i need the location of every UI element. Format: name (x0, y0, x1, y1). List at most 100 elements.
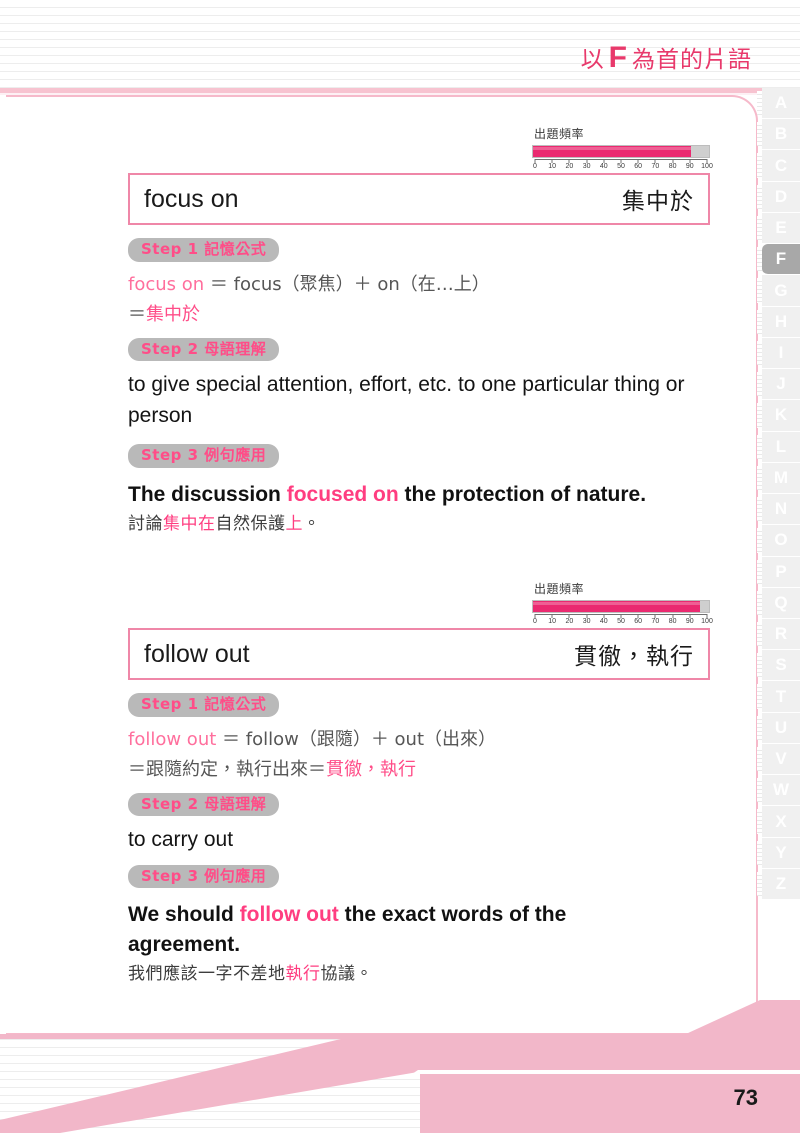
frequency-tick-label: 40 (599, 618, 608, 625)
frequency-track (532, 600, 710, 613)
example-zh-highlight-1: 集中在 (163, 513, 216, 534)
step2-section: Step 2 母語理解 to carry out (128, 792, 710, 856)
step1-badge: Step 1 記憶公式 (128, 693, 280, 717)
index-letter-o[interactable]: O (757, 525, 800, 557)
index-letter-k[interactable]: K (757, 400, 800, 432)
example-pre: We should (128, 903, 240, 927)
index-letter-m[interactable]: M (757, 462, 800, 495)
index-letter-c[interactable]: C (757, 150, 800, 182)
formula-phrase: follow out (128, 728, 217, 750)
step1-section: Step 1 記憶公式 focus on ＝ focus（聚焦）＋ on（在…上… (128, 238, 710, 329)
example-pre: The discussion (128, 482, 287, 506)
example-zh-2: 協議 (320, 964, 356, 985)
index-letter-u[interactable]: U (757, 712, 800, 744)
index-letter-h[interactable]: H (757, 306, 800, 338)
example-zh-1: 我們應該一字不差地 (128, 964, 286, 985)
memory-formula-line2: ＝集中於 (128, 301, 710, 329)
headword-box: follow out 貫徹，執行 (128, 628, 710, 680)
frequency-track (532, 145, 710, 158)
index-letter-b[interactable]: B (757, 119, 800, 151)
frequency-tick-label: 10 (548, 618, 557, 625)
frequency-tick-label: 60 (634, 163, 643, 170)
running-head-letter: F (608, 41, 628, 74)
frequency-tick-label: 70 (651, 618, 660, 625)
step2-section: Step 2 母語理解 to give special attention, e… (128, 337, 710, 432)
example-post: the protection of nature. (398, 482, 647, 506)
index-letter-t[interactable]: T (757, 681, 800, 713)
frequency-tick-label: 20 (565, 618, 574, 625)
step3-section: Step 3 例句應用 We should follow out the exa… (128, 864, 710, 988)
frequency-label: 出題頻率 (534, 127, 585, 141)
example-zh-highlight-2: 上 (285, 513, 303, 534)
frequency-tick-label: 30 (582, 163, 591, 170)
headword-english: focus on (144, 184, 239, 213)
running-head-suffix: 為首的片語 (632, 47, 752, 73)
alphabet-index-strip[interactable]: ABCDEFGHIJKLMNOPQRSTUVWXYZ (757, 88, 800, 901)
running-head-prefix: 以 (580, 47, 605, 73)
frequency-tick-label: 100 (701, 163, 713, 170)
example-zh-3: 。 (355, 964, 373, 985)
index-letter-r[interactable]: R (757, 618, 800, 651)
index-letter-v[interactable]: V (757, 743, 800, 776)
formula-meaning: 貫徹，執行 (326, 758, 416, 780)
headword-chinese: 貫徹，執行 (574, 644, 694, 670)
index-letter-y[interactable]: Y (757, 837, 800, 869)
frequency-fill (533, 146, 692, 157)
index-letter-d[interactable]: D (757, 181, 800, 213)
example-highlight: follow out (239, 903, 339, 927)
index-letter-n[interactable]: N (757, 494, 800, 526)
index-letter-p[interactable]: P (757, 556, 800, 588)
index-letter-e[interactable]: E (757, 212, 800, 245)
index-letter-a[interactable]: A (757, 88, 800, 120)
index-letter-z[interactable]: Z (757, 868, 800, 901)
index-letter-w[interactable]: W (757, 775, 800, 807)
frequency-tick-label: 60 (634, 618, 643, 625)
memory-formula-line1: follow out ＝ follow（跟隨）＋ out（出來） (128, 726, 710, 754)
example-zh-2: 自然保護 (215, 513, 286, 534)
index-letter-j[interactable]: J (757, 369, 800, 401)
headword-box: focus on 集中於 (128, 173, 710, 225)
frequency-tick-label: 70 (651, 163, 660, 170)
frequency-tick-label: 20 (565, 163, 574, 170)
frequency-tick-label: 50 (617, 163, 625, 170)
step1-section: Step 1 記憶公式 follow out ＝ follow（跟隨）＋ out… (128, 693, 710, 784)
step3-badge: Step 3 例句應用 (128, 864, 280, 889)
formula-breakdown: ＝ follow（跟隨）＋ out（出來） (216, 728, 497, 750)
formula-phrase: focus on (128, 273, 205, 295)
phrase-entry: 出題頻率 0 10 20 30 40 50 60 70 80 90 100 follow out 貫… (128, 580, 713, 988)
index-letter-f[interactable]: F (757, 244, 800, 276)
example-sentence-chinese: 我們應該一字不差地執行協議。 (128, 962, 710, 988)
memory-formula-line2: ＝跟隨約定，執行出來＝貫徹，執行 (128, 756, 710, 784)
formula-meaning: 集中於 (146, 303, 200, 325)
index-letter-l[interactable]: L (757, 431, 800, 463)
frequency-tick-label: 0 (533, 618, 537, 625)
frequency-label: 出題頻率 (534, 582, 585, 596)
frequency-meter: 出題頻率 0 10 20 30 40 50 60 70 80 90 100 (532, 580, 713, 630)
frequency-tick-label: 30 (582, 618, 591, 625)
running-head: 以 F 為首的片語 (581, 40, 752, 75)
frequency-tick-label: 0 (533, 163, 537, 170)
example-zh-3: 。 (303, 513, 321, 534)
memory-formula-line1: focus on ＝ focus（聚焦）＋ on（在…上） (128, 271, 710, 299)
example-sentence-chinese: 討論集中在自然保護上。 (128, 512, 710, 538)
frequency-fill (533, 601, 701, 612)
frequency-tick-label: 90 (685, 618, 694, 625)
frequency-tick-label: 80 (668, 163, 677, 170)
frequency-tick-label: 40 (599, 163, 608, 170)
index-letter-i[interactable]: I (757, 337, 800, 370)
frequency-tick-label: 50 (617, 618, 625, 625)
headword-chinese: 集中於 (622, 189, 694, 215)
frequency-tick-label: 100 (701, 618, 713, 625)
page-root: 以 F 為首的片語 ABCDEFGHIJKLMNOPQRSTUVWXYZ 出題頻率 … (0, 0, 800, 1133)
step2-badge: Step 2 母語理解 (128, 337, 280, 362)
example-zh-highlight-1: 執行 (285, 964, 321, 985)
example-zh-1: 討論 (128, 513, 163, 534)
example-sentence-english: We should follow out the exact words of … (128, 900, 628, 960)
index-letter-q[interactable]: Q (757, 587, 800, 619)
index-letter-g[interactable]: G (757, 275, 800, 307)
index-letter-s[interactable]: S (757, 650, 800, 682)
example-highlight: focused on (286, 482, 399, 506)
step1-badge: Step 1 記憶公式 (128, 238, 280, 262)
index-letter-x[interactable]: X (757, 806, 800, 838)
frequency-tick-label: 10 (548, 163, 557, 170)
